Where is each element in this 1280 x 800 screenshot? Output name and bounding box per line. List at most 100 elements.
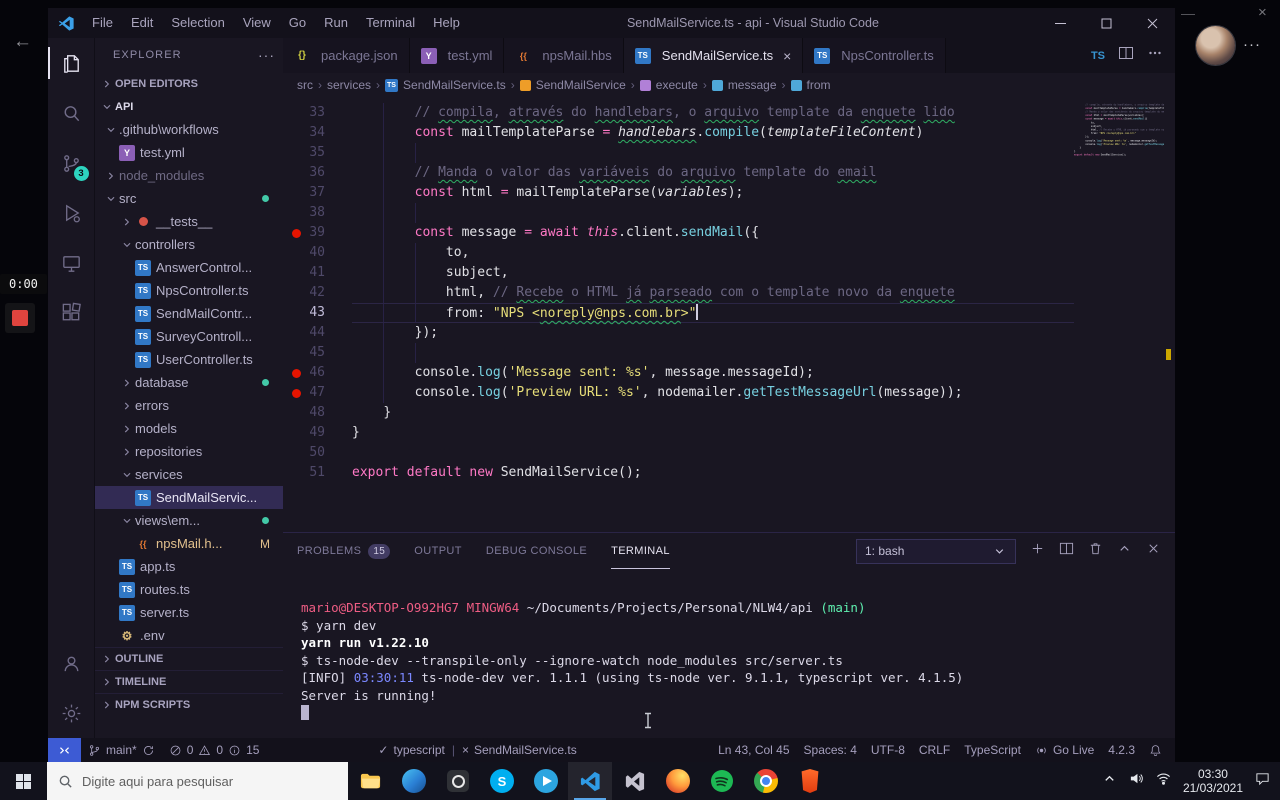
gutter[interactable]: 41	[283, 263, 352, 283]
split-editor-icon[interactable]	[1118, 45, 1134, 66]
indentation-status[interactable]: Spaces: 4	[797, 738, 864, 762]
menu-help[interactable]: Help	[424, 8, 469, 38]
telegram-icon[interactable]	[524, 762, 568, 800]
line-content[interactable]: subject,	[352, 263, 1074, 283]
editor-tab-npscontroller-ts[interactable]: NpsController.ts	[803, 38, 946, 73]
new-terminal-icon[interactable]	[1030, 541, 1045, 561]
overlay-close-icon[interactable]: ×	[1258, 4, 1267, 21]
line-content[interactable]: console.log('Message sent: %s', message.…	[352, 363, 1074, 383]
menu-file[interactable]: File	[83, 8, 122, 38]
line-content[interactable]: html, // Recebe o HTML já parseado com o…	[352, 283, 1074, 303]
gutter[interactable]: 43	[283, 303, 352, 323]
gutter[interactable]: 40	[283, 243, 352, 263]
account-icon[interactable]	[48, 638, 95, 688]
line-content[interactable]	[352, 343, 1074, 363]
breakpoint-icon[interactable]	[292, 368, 301, 378]
line-content[interactable]: const html = mailTemplateParse(variables…	[352, 183, 1074, 203]
breakpoint-icon[interactable]	[292, 388, 301, 398]
project-header[interactable]: API	[95, 95, 283, 118]
gutter[interactable]: 46	[283, 363, 352, 383]
line-content[interactable]: export default new SendMailService();	[352, 463, 1074, 483]
minimap[interactable]: // compila, através do handlebars, o arq…	[1074, 97, 1164, 532]
edge-icon[interactable]	[392, 762, 436, 800]
menu-go[interactable]: Go	[280, 8, 315, 38]
tree-item-answercontrol[interactable]: AnswerControl...	[95, 256, 283, 279]
taskbar-search-input[interactable]: Digite aqui para pesquisar	[47, 762, 348, 800]
tree-item-npsmail-h[interactable]: npsMail.h... M	[95, 532, 283, 555]
panel-tab-debug-console[interactable]: DEBUG CONSOLE	[486, 533, 587, 569]
gutter[interactable]: 51	[283, 463, 352, 483]
breadcrumb-services[interactable]: services	[327, 78, 371, 92]
open-editors-header[interactable]: OPEN EDITORS	[95, 72, 283, 95]
tree-item-npscontroller-ts[interactable]: NpsController.ts	[95, 279, 283, 302]
line-content[interactable]: to,	[352, 243, 1074, 263]
search-icon[interactable]	[48, 88, 95, 138]
tree-item-github-workflows[interactable]: .github\workflows	[95, 118, 283, 141]
explorer-more-icon[interactable]: ···	[258, 47, 275, 63]
typescript-status[interactable]: ✓ typescript | × SendMailService.ts	[371, 738, 583, 762]
line-content[interactable]: // Manda o valor das variáveis do arquiv…	[352, 163, 1074, 183]
gutter[interactable]: 35	[283, 143, 352, 163]
breadcrumb-sendmailservice-ts[interactable]: SendMailService.ts	[385, 78, 506, 92]
gutter[interactable]: 50	[283, 443, 352, 463]
visual-studio-icon[interactable]	[612, 762, 656, 800]
menu-view[interactable]: View	[234, 8, 280, 38]
tray-expand-icon[interactable]	[1102, 771, 1117, 791]
github-desktop-icon[interactable]	[436, 762, 480, 800]
gutter[interactable]: 45	[283, 343, 352, 363]
typescript-icon[interactable]: TS	[1091, 50, 1105, 62]
breadcrumb-sendmailservice[interactable]: SendMailService	[519, 78, 626, 92]
gutter[interactable]: 37	[283, 183, 352, 203]
tree-item-models[interactable]: models	[95, 417, 283, 440]
breadcrumb-execute[interactable]: execute	[639, 78, 698, 92]
run-debug-icon[interactable]	[48, 188, 95, 238]
tree-item-database[interactable]: database	[95, 371, 283, 394]
encoding-status[interactable]: UTF-8	[864, 738, 912, 762]
gutter[interactable]: 39	[283, 223, 352, 243]
tree-item-node-modules[interactable]: node_modules	[95, 164, 283, 187]
line-content[interactable]: // compila, através do handlebars, o arq…	[352, 103, 1074, 123]
gutter[interactable]: 38	[283, 203, 352, 223]
maximize-panel-icon[interactable]	[1117, 541, 1132, 561]
firefox-icon[interactable]	[656, 762, 700, 800]
spotify-icon[interactable]	[700, 762, 744, 800]
more-actions-icon[interactable]	[1147, 45, 1163, 66]
menu-run[interactable]: Run	[315, 8, 357, 38]
close-tab-icon[interactable]: ×	[783, 48, 791, 64]
line-content[interactable]	[352, 203, 1074, 223]
tree-item-routes-ts[interactable]: routes.ts	[95, 578, 283, 601]
taskbar-clock[interactable]: 03:30 21/03/2021	[1183, 767, 1243, 795]
panel-tab-terminal[interactable]: TERMINAL	[611, 533, 670, 569]
gutter[interactable]: 44	[283, 323, 352, 343]
menu-selection[interactable]: Selection	[162, 8, 233, 38]
npm-scripts-header[interactable]: NPM SCRIPTS	[95, 693, 283, 716]
line-content[interactable]	[352, 143, 1074, 163]
close-panel-icon[interactable]	[1146, 541, 1161, 561]
breadcrumb-from[interactable]: from	[790, 78, 831, 92]
volume-icon[interactable]	[1129, 771, 1144, 791]
timeline-header[interactable]: TIMELINE	[95, 670, 283, 693]
tree-item-app-ts[interactable]: app.ts	[95, 555, 283, 578]
gutter[interactable]: 36	[283, 163, 352, 183]
explorer-icon[interactable]	[47, 38, 95, 88]
panel-tab-problems[interactable]: PROBLEMS 15	[297, 533, 391, 569]
tree-item-test-yml[interactable]: test.yml	[95, 141, 283, 164]
editor-tab-test-yml[interactable]: test.yml	[409, 38, 505, 73]
brave-icon[interactable]	[788, 762, 832, 800]
gutter[interactable]: 49	[283, 423, 352, 443]
cursor-position[interactable]: Ln 43, Col 45	[711, 738, 796, 762]
problems-status[interactable]: 0 0 15	[162, 738, 267, 762]
tree-item-sendmailservic[interactable]: SendMailServic...	[95, 486, 283, 509]
remote-indicator[interactable]	[48, 738, 81, 762]
recording-stop-button[interactable]	[5, 303, 35, 333]
gutter[interactable]: 34	[283, 123, 352, 143]
tree-item-repositories[interactable]: repositories	[95, 440, 283, 463]
go-live-button[interactable]: Go Live	[1028, 738, 1101, 762]
overview-ruler[interactable]	[1164, 97, 1175, 532]
editor-tab-npsmail-hbs[interactable]: npsMail.hbs	[504, 38, 624, 73]
start-button[interactable]	[0, 762, 47, 800]
line-content[interactable]: }	[352, 423, 1074, 443]
tree-item-tests[interactable]: __tests__	[95, 210, 283, 233]
line-content[interactable]	[352, 443, 1074, 463]
terminal[interactable]: mario@DESKTOP-O992HG7 MINGW64 ~/Document…	[283, 569, 1175, 738]
